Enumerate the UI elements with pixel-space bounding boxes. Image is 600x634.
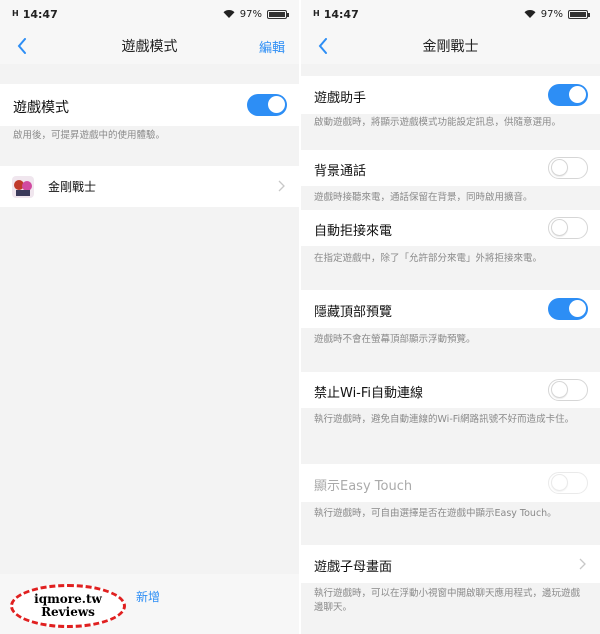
wifi-icon xyxy=(524,10,536,18)
setting-label: 禁止Wi-Fi自動連線 xyxy=(314,386,424,401)
game-icon xyxy=(12,176,34,198)
signal-indicator: H xyxy=(313,9,320,18)
status-time: 14:47 xyxy=(323,7,359,21)
game-mode-toggle[interactable] xyxy=(247,94,287,116)
game-assistant-toggle[interactable] xyxy=(548,84,588,106)
setting-auto-reject-calls[interactable]: 自動拒接來電 xyxy=(301,210,600,246)
setting-desc: 執行遊戲時，可自由選擇是否在遊戲中顯示Easy Touch。 xyxy=(314,508,557,519)
battery-percent: 97% xyxy=(540,8,563,20)
nav-bar: 遊戲模式 編輯 xyxy=(0,28,299,64)
back-arrow-icon xyxy=(17,38,26,54)
battery-icon xyxy=(267,9,289,19)
page-title: 遊戲模式 xyxy=(121,39,178,55)
auto-reject-toggle[interactable] xyxy=(548,217,588,239)
setting-desc: 啟動遊戲時，將顯示遊戲模式功能設定訊息，供隨意選用。 xyxy=(314,117,562,128)
back-button[interactable] xyxy=(309,32,337,60)
game-mode-desc: 啟用後，可提昇遊戲中的使用體驗。 xyxy=(13,130,166,141)
add-game-button[interactable]: 新增 xyxy=(136,588,160,605)
signal-indicator: H xyxy=(12,9,19,18)
game-mode-screen: H 14:47 97% 遊戲模式 編輯 遊戲模式 啟用後，可提昇遊戲中的使用體驗… xyxy=(0,0,299,634)
watermark-logo: iqmore.tw Reviews xyxy=(10,584,126,628)
nav-bar: 金剛戰士 xyxy=(301,28,600,64)
wifi-auto-toggle[interactable] xyxy=(548,379,588,401)
game-mode-row[interactable]: 遊戲模式 xyxy=(0,84,299,126)
setting-picture-in-picture[interactable]: 遊戲子母畫面 xyxy=(301,545,600,583)
game-name: 金剛戰士 xyxy=(48,180,97,194)
setting-show-easy-touch: 顯示Easy Touch xyxy=(301,464,600,502)
back-arrow-icon xyxy=(318,38,327,54)
game-mode-label: 遊戲模式 xyxy=(13,100,69,116)
setting-label: 隱藏頂部預覽 xyxy=(314,305,393,320)
back-button[interactable] xyxy=(8,32,36,60)
game-list-item[interactable]: 金剛戰士 xyxy=(0,166,299,207)
setting-desc: 在指定遊戲中，除了「允許部分來電」外將拒接來電。 xyxy=(314,253,543,264)
chevron-right-icon xyxy=(579,558,586,570)
page-title: 金剛戰士 xyxy=(422,39,479,55)
setting-label: 背景通話 xyxy=(314,164,367,179)
edit-button[interactable]: 編輯 xyxy=(259,37,285,56)
game-settings-screen: H 14:47 97% 金剛戰士 遊戲助手 啟動遊戲時，將顯示遊戲模式功能設定訊… xyxy=(301,0,600,634)
easy-touch-toggle xyxy=(548,472,588,494)
setting-desc: 遊戲時不會在螢幕頂部顯示浮動預覽。 xyxy=(314,334,476,345)
battery-icon xyxy=(568,9,590,19)
setting-desc: 執行遊戲時，可以在浮動小視窗中開啟聊天應用程式，邊玩遊戲邊聊天。 xyxy=(314,588,581,613)
setting-label: 遊戲助手 xyxy=(314,91,367,106)
status-bar: H 14:47 97% xyxy=(301,0,600,28)
setting-label: 遊戲子母畫面 xyxy=(314,560,393,575)
setting-disable-wifi-auto[interactable]: 禁止Wi-Fi自動連線 xyxy=(301,372,600,408)
setting-label: 顯示Easy Touch xyxy=(314,479,413,494)
setting-desc: 遊戲時接聽來電，通話保留在背景，同時啟用擴音。 xyxy=(314,192,533,203)
setting-background-call[interactable]: 背景通話 xyxy=(301,150,600,186)
setting-hide-top-preview[interactable]: 隱藏頂部預覽 xyxy=(301,290,600,328)
setting-label: 自動拒接來電 xyxy=(314,224,393,239)
chevron-right-icon xyxy=(278,180,285,192)
wifi-icon xyxy=(223,10,235,18)
setting-game-assistant[interactable]: 遊戲助手 xyxy=(301,76,600,114)
setting-desc: 執行遊戲時，避免自動連線的Wi-Fi網路訊號不好而造成卡住。 xyxy=(314,414,575,425)
battery-percent: 97% xyxy=(239,8,262,20)
hide-preview-toggle[interactable] xyxy=(548,298,588,320)
watermark-line2: Reviews xyxy=(41,605,95,619)
status-time: 14:47 xyxy=(22,7,58,21)
background-call-toggle[interactable] xyxy=(548,157,588,179)
status-bar: H 14:47 97% xyxy=(0,0,299,28)
